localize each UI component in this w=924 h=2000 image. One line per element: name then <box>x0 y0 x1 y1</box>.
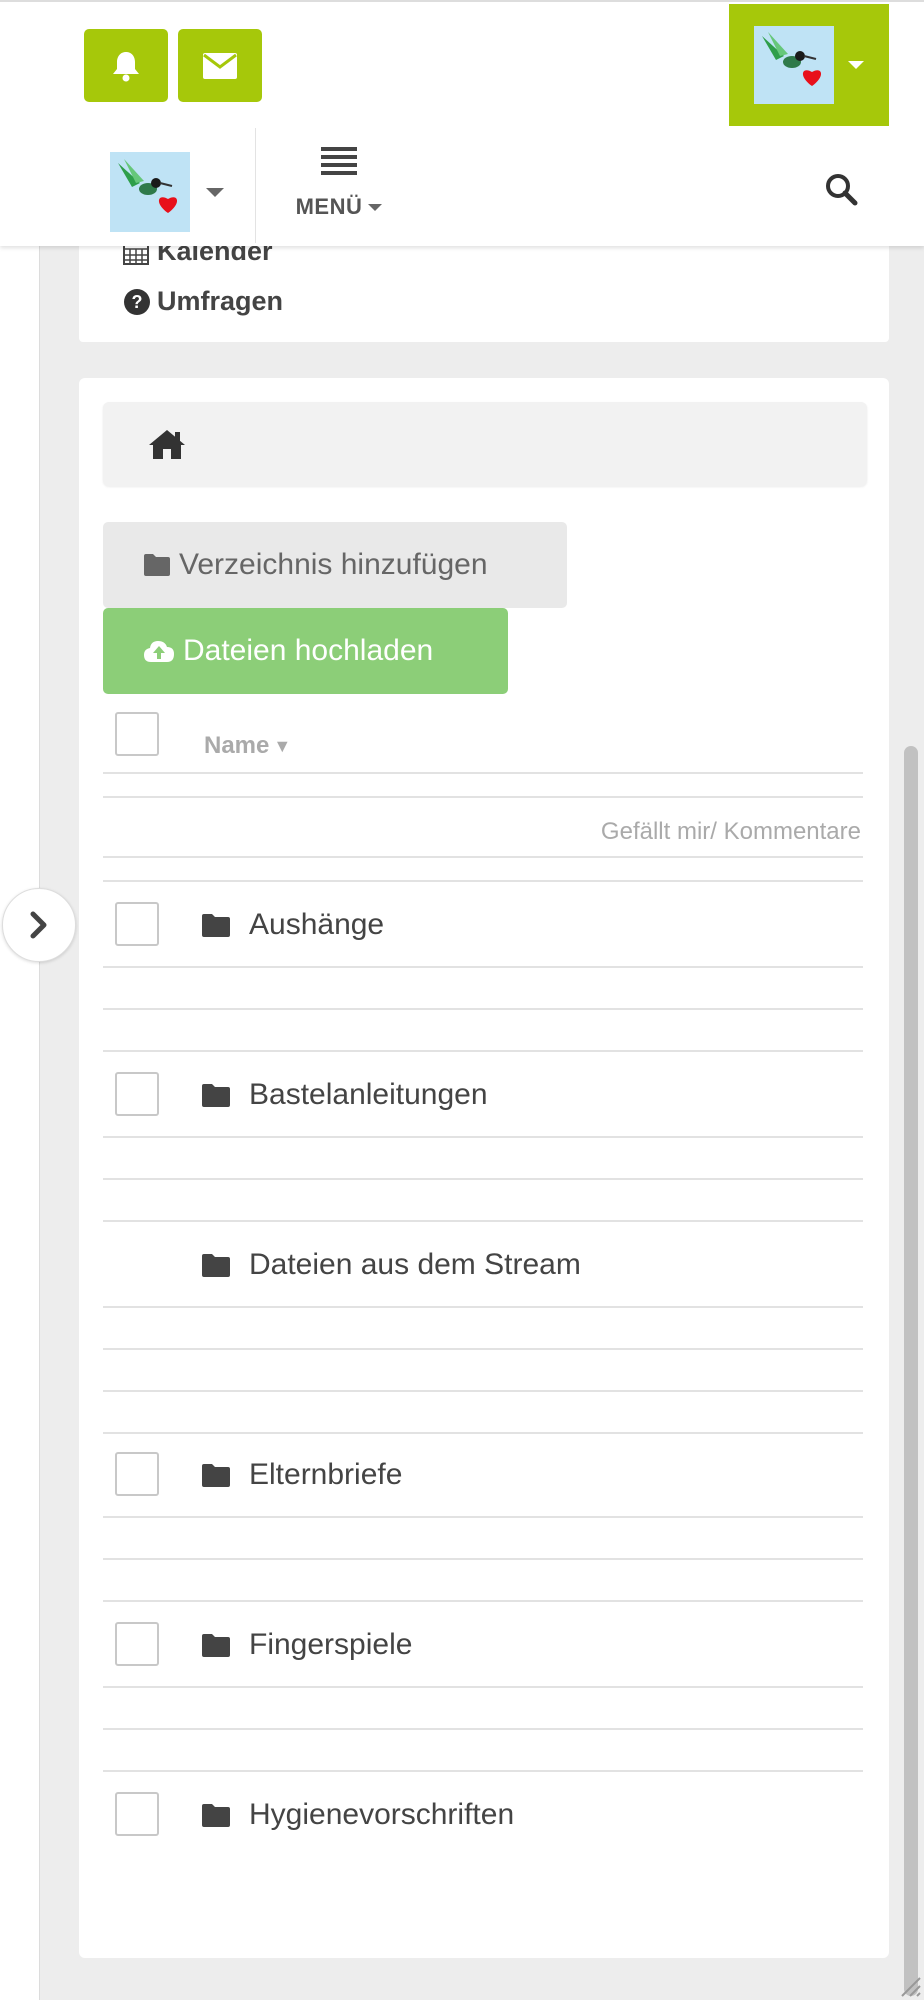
divider <box>103 796 863 798</box>
divider <box>103 966 863 968</box>
column-header-label: Name <box>204 732 270 759</box>
folder-icon <box>201 913 249 938</box>
add-directory-button[interactable]: Verzeichnis hinzufügen <box>103 522 567 608</box>
folder-name[interactable]: Elternbriefe <box>249 1458 402 1492</box>
menu-label: MENÜ <box>295 194 363 219</box>
folder-name[interactable]: Dateien aus dem Stream <box>249 1248 581 1282</box>
cloud-upload-icon <box>143 638 175 664</box>
table-row[interactable]: Bastelanleitungen <box>201 1078 488 1112</box>
menu-item-polls[interactable]: ? Umfragen <box>123 286 283 317</box>
profile-avatar <box>754 26 834 104</box>
main-menu-button[interactable]: MENÜ <box>284 146 394 236</box>
divider <box>103 1220 863 1222</box>
column-header-likes-comments: Gefällt mir/ Kommentare <box>600 818 861 845</box>
row-checkbox[interactable] <box>115 1452 159 1496</box>
folder-icon <box>201 1633 249 1658</box>
messages-button[interactable] <box>178 29 262 102</box>
top-navigation-bar: MENÜ <box>0 0 924 246</box>
space-avatar <box>110 152 190 232</box>
scrollbar-thumb[interactable] <box>904 746 918 1996</box>
table-row[interactable]: Aushänge <box>201 908 384 942</box>
divider <box>103 1432 863 1434</box>
row-checkbox[interactable] <box>115 1622 159 1666</box>
table-row[interactable]: Elternbriefe <box>201 1458 402 1492</box>
envelope-icon <box>203 52 237 79</box>
chevron-down-icon <box>848 61 864 69</box>
notifications-button[interactable] <box>84 29 168 102</box>
divider <box>103 1770 863 1772</box>
chevron-down-icon <box>368 203 383 211</box>
divider <box>103 1686 863 1688</box>
chevron-down-icon <box>206 187 224 197</box>
svg-text:?: ? <box>132 292 143 312</box>
upload-files-button[interactable]: Dateien hochladen <box>103 608 508 694</box>
space-chooser[interactable] <box>110 152 224 232</box>
space-menu-panel: Kalender ? Umfragen <box>79 230 889 342</box>
divider <box>103 1600 863 1602</box>
table-row[interactable]: Fingerspiele <box>201 1628 412 1662</box>
folder-name[interactable]: Fingerspiele <box>249 1628 412 1662</box>
menu-item-label: Umfragen <box>157 286 284 316</box>
folder-name[interactable]: Bastelanleitungen <box>249 1078 488 1112</box>
divider <box>103 880 863 882</box>
divider <box>103 856 863 858</box>
folder-icon <box>201 1253 249 1278</box>
divider <box>103 1136 863 1138</box>
row-checkbox[interactable] <box>115 1792 159 1836</box>
chevron-right-icon <box>30 911 47 939</box>
folder-icon <box>201 1463 249 1488</box>
add-directory-label: Verzeichnis hinzufügen <box>179 548 488 581</box>
files-panel: Verzeichnis hinzufügen Dateien hochladen… <box>79 378 889 1958</box>
resize-grip-icon[interactable] <box>896 1972 922 1998</box>
divider <box>103 1390 863 1392</box>
left-sidebar-rail <box>0 246 40 2000</box>
divider <box>103 1348 863 1350</box>
folder-name[interactable]: Aushänge <box>249 908 384 942</box>
row-checkbox[interactable] <box>115 1072 159 1116</box>
divider <box>103 1050 863 1052</box>
search-icon <box>826 174 858 206</box>
divider <box>103 1008 863 1010</box>
search-button[interactable] <box>816 164 866 214</box>
header-divider <box>255 128 256 243</box>
sort-down-icon: ▼ <box>273 735 292 756</box>
breadcrumb <box>103 402 867 486</box>
hamburger-icon <box>321 147 357 175</box>
folder-icon <box>143 553 171 577</box>
divider <box>103 772 863 774</box>
home-icon[interactable] <box>147 427 187 461</box>
question-circle-icon: ? <box>123 288 157 316</box>
divider <box>103 1558 863 1560</box>
folder-icon <box>201 1083 249 1108</box>
table-row[interactable]: Hygienevorschriften <box>201 1798 514 1832</box>
sidebar-toggle-button[interactable] <box>2 888 76 962</box>
upload-label: Dateien hochladen <box>183 634 434 667</box>
folder-icon <box>201 1803 249 1828</box>
folder-name[interactable]: Hygienevorschriften <box>249 1798 514 1832</box>
row-checkbox[interactable] <box>115 902 159 946</box>
divider <box>103 1178 863 1180</box>
divider <box>103 1728 863 1730</box>
divider <box>103 1516 863 1518</box>
profile-menu-button[interactable] <box>729 4 889 126</box>
column-header-name[interactable]: Name ▼ <box>204 732 291 760</box>
select-all-checkbox[interactable] <box>115 712 159 756</box>
table-row[interactable]: Dateien aus dem Stream <box>201 1248 581 1282</box>
bell-icon <box>113 51 139 81</box>
divider <box>103 1306 863 1308</box>
